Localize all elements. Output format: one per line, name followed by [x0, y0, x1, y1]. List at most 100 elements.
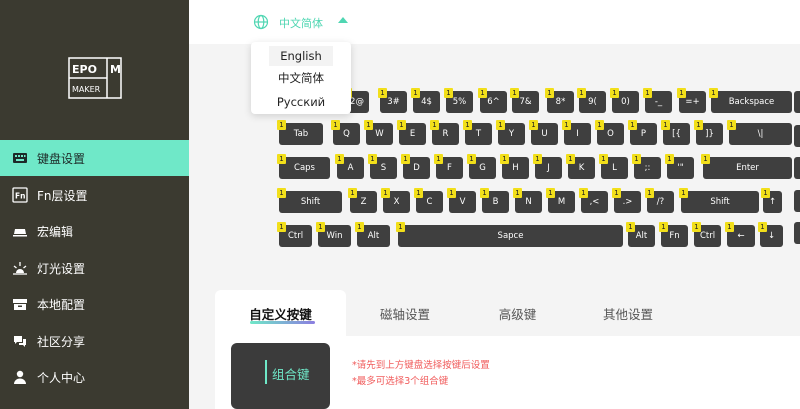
key-label: J	[547, 163, 550, 173]
key[interactable]: 1D	[401, 154, 430, 179]
key-label: [{	[672, 129, 681, 139]
layer-badge: 1	[579, 188, 588, 198]
key[interactable]: 1]}	[694, 120, 723, 145]
sidebar-item-macro[interactable]: 宏编辑	[0, 213, 189, 249]
key[interactable]: 1 ←	[725, 222, 755, 247]
key[interactable]: 1Q	[331, 120, 360, 145]
key[interactable]: 1 Enter	[701, 154, 792, 179]
key[interactable]: 1F	[434, 154, 463, 179]
language-option-chinese[interactable]: 中文简体	[269, 68, 333, 88]
key[interactable]: 1 ↑	[761, 188, 782, 213]
key[interactable]: 1 3#	[378, 88, 407, 113]
key[interactable]: 1 Alt	[626, 222, 655, 247]
tab-advanced-keys[interactable]: 高级键	[480, 290, 555, 336]
key[interactable]: 1S	[368, 154, 397, 179]
key[interactable]: 1 Ctrl	[277, 222, 312, 247]
key[interactable]: 1 Shift	[679, 188, 759, 213]
key-label: 8*	[555, 97, 566, 107]
key-partial[interactable]	[794, 125, 800, 147]
key[interactable]: 1Y	[496, 120, 525, 145]
language-option-english[interactable]: English	[269, 46, 333, 66]
sidebar-item-community[interactable]: 社区分享	[0, 323, 189, 359]
language-selector[interactable]: 中文简体	[279, 15, 323, 31]
key[interactable]: 1 5%	[444, 88, 473, 113]
key[interactable]: 1K	[566, 154, 595, 179]
key[interactable]: 1V	[447, 188, 476, 213]
key[interactable]: 1L	[599, 154, 628, 179]
key[interactable]: 1 Caps	[277, 154, 330, 179]
layer-badge: 1	[396, 222, 405, 232]
key[interactable]: 1 =+	[677, 88, 706, 113]
key[interactable]: 1 Backspace	[709, 88, 792, 113]
key[interactable]: 1 \|	[727, 120, 792, 145]
tab-magnetic-axis[interactable]: 磁轴设置	[365, 290, 445, 336]
key[interactable]: 1 '"	[665, 154, 694, 179]
key[interactable]: 1U	[529, 120, 558, 145]
key[interactable]: 1 .>	[612, 188, 641, 213]
key[interactable]: 1 Sapce	[396, 222, 623, 247]
key-label: D	[413, 163, 420, 173]
key-label: S	[380, 163, 387, 173]
layer-badge: 1	[316, 222, 325, 232]
globe-icon[interactable]	[253, 14, 269, 30]
key[interactable]: 1 6^	[478, 88, 507, 113]
layer-badge: 1	[277, 188, 286, 198]
sidebar-item-keyboard[interactable]: 键盘设置	[0, 140, 189, 176]
key[interactable]: 1C	[414, 188, 443, 213]
key[interactable]: 1;:	[632, 154, 661, 179]
key[interactable]: 1R	[430, 120, 459, 145]
key[interactable]: 1I	[562, 120, 591, 145]
key[interactable]: 1P	[628, 120, 657, 145]
sidebar-item-label: 社区分享	[37, 334, 86, 349]
key-partial[interactable]	[794, 222, 800, 244]
key[interactable]: 1B	[480, 188, 509, 213]
svg-text:Fn: Fn	[15, 192, 25, 201]
tab-other-settings[interactable]: 其他设置	[588, 290, 668, 336]
key-label: ↓	[767, 231, 776, 241]
key[interactable]: 1 Fn	[659, 222, 688, 247]
key[interactable]: 1 Win	[316, 222, 351, 247]
key-partial[interactable]	[794, 91, 800, 113]
key[interactable]: 1 Shift	[277, 188, 342, 213]
key[interactable]: 1/?	[645, 188, 674, 213]
key[interactable]: 1O	[595, 120, 624, 145]
key[interactable]: 1 Ctrl	[692, 222, 721, 247]
key[interactable]: 1W	[364, 120, 393, 145]
caret-up-icon[interactable]	[338, 17, 348, 23]
key[interactable]: 1 4$	[411, 88, 440, 113]
sidebar-item-user[interactable]: 个人中心	[0, 359, 189, 395]
key[interactable]: 1[{	[661, 120, 690, 145]
key[interactable]: 1 ↓	[758, 222, 783, 247]
key[interactable]: 1 -_	[643, 88, 672, 113]
key[interactable]: 1 9(	[577, 88, 606, 113]
key-partial[interactable]	[794, 190, 800, 212]
key-label: P	[640, 129, 647, 139]
key[interactable]: 1M	[546, 188, 575, 213]
key[interactable]: 1A	[335, 154, 364, 179]
layer-badge: 1	[758, 222, 767, 232]
language-option-russian[interactable]: Русский	[269, 92, 333, 112]
key[interactable]: 1 ,<	[579, 188, 608, 213]
key[interactable]: 1N	[513, 188, 542, 213]
key[interactable]: 1X	[381, 188, 410, 213]
key[interactable]: 1Z	[348, 188, 377, 213]
key-partial[interactable]	[794, 157, 800, 179]
key[interactable]: 1 0)	[610, 88, 639, 113]
sidebar-item-label: 键盘设置	[37, 151, 86, 166]
layer-badge: 1	[331, 120, 340, 130]
key[interactable]: 1 Alt	[355, 222, 390, 247]
key[interactable]: 1G	[467, 154, 496, 179]
key-label: Fn	[669, 231, 680, 241]
key[interactable]: 1H	[500, 154, 529, 179]
key[interactable]: 1 7&	[510, 88, 539, 113]
tab-custom-key[interactable]: 自定义按键	[215, 290, 346, 336]
key[interactable]: 1J	[533, 154, 562, 179]
sidebar-item-light[interactable]: 灯光设置	[0, 250, 189, 286]
key[interactable]: 1 Tab	[277, 120, 323, 145]
layer-badge: 1	[348, 188, 357, 198]
sidebar-item-fn-layer[interactable]: Fn Fn层设置	[0, 177, 189, 213]
key[interactable]: 1T	[463, 120, 492, 145]
key[interactable]: 1 8*	[545, 88, 574, 113]
key[interactable]: 1E	[397, 120, 426, 145]
sidebar-item-local-config[interactable]: 本地配置	[0, 286, 189, 322]
